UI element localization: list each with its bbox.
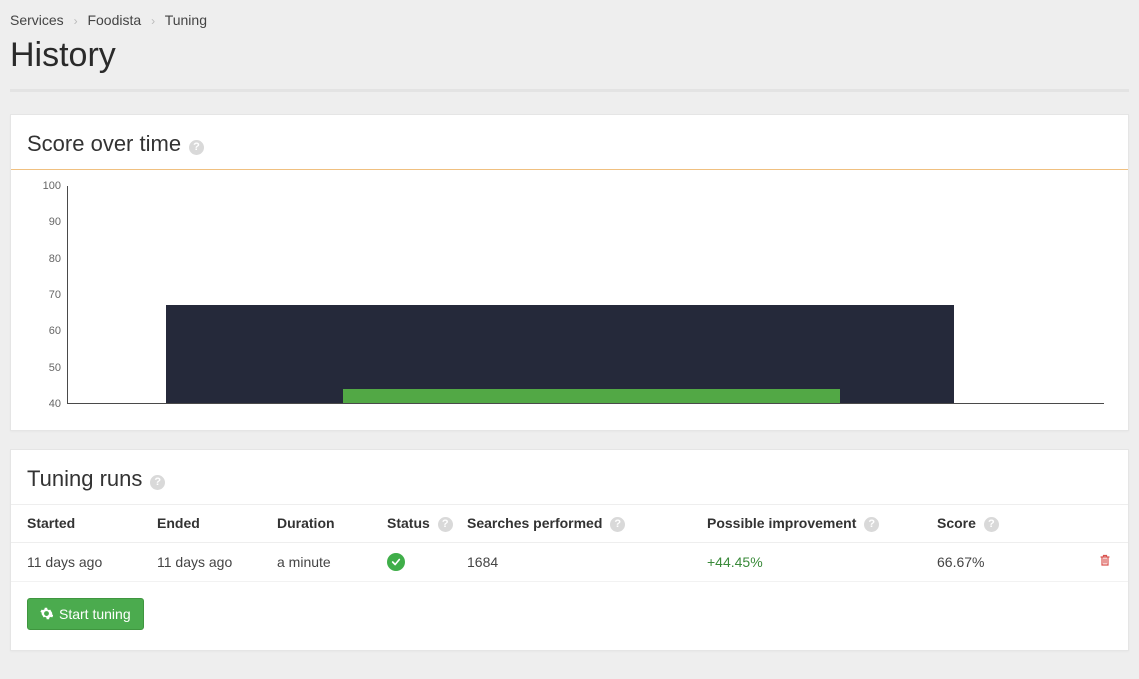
cell-started: 11 days ago xyxy=(27,554,157,570)
cell-ended: 11 days ago xyxy=(157,554,277,570)
col-header-searches: Searches performed xyxy=(467,515,602,531)
cell-improvement: +44.45% xyxy=(707,554,763,570)
col-header-duration: Duration xyxy=(277,515,335,531)
col-header-started: Started xyxy=(27,515,75,531)
breadcrumb: Services › Foodista › Tuning xyxy=(10,10,1129,34)
panel-title-runs: Tuning runs xyxy=(27,466,142,492)
start-tuning-button[interactable]: Start tuning xyxy=(27,598,144,630)
breadcrumb-tuning[interactable]: Tuning xyxy=(165,12,207,28)
cell-status xyxy=(387,553,467,571)
panel-title-score: Score over time xyxy=(27,131,181,157)
help-icon[interactable]: ? xyxy=(984,517,999,532)
panel-score-over-time: Score over time ? 40 50 60 70 80 90 100 xyxy=(10,114,1129,431)
chevron-right-icon: › xyxy=(74,14,78,28)
help-icon[interactable]: ? xyxy=(189,140,204,155)
col-header-improvement: Possible improvement xyxy=(707,515,856,531)
y-tick-label: 100 xyxy=(43,180,61,192)
breadcrumb-foodista[interactable]: Foodista xyxy=(87,12,141,28)
help-icon[interactable]: ? xyxy=(864,517,879,532)
chevron-right-icon: › xyxy=(151,14,155,28)
cell-duration: a minute xyxy=(277,554,387,570)
gear-icon xyxy=(40,607,53,620)
table-header: Started Ended Duration Status ? Searches… xyxy=(11,504,1128,543)
cell-score: 66.67% xyxy=(937,554,1047,570)
score-chart: 40 50 60 70 80 90 100 xyxy=(27,180,1112,410)
panel-tuning-runs: Tuning runs ? Started Ended Duration Sta… xyxy=(10,449,1129,651)
col-header-status: Status xyxy=(387,515,430,531)
start-tuning-label: Start tuning xyxy=(59,606,131,622)
page-title: History xyxy=(10,36,1129,75)
y-tick-label: 50 xyxy=(49,362,61,374)
col-header-ended: Ended xyxy=(157,515,200,531)
chart-bar-baseline xyxy=(343,389,840,403)
cell-searches: 1684 xyxy=(467,554,707,570)
trash-icon[interactable] xyxy=(1098,553,1112,567)
col-header-score: Score xyxy=(937,515,976,531)
title-divider xyxy=(10,89,1129,92)
help-icon[interactable]: ? xyxy=(610,517,625,532)
y-tick-label: 90 xyxy=(49,216,61,228)
y-tick-label: 40 xyxy=(49,398,61,410)
help-icon[interactable]: ? xyxy=(150,475,165,490)
table-row[interactable]: 11 days ago 11 days ago a minute 1684 +4… xyxy=(11,543,1128,582)
y-tick-label: 80 xyxy=(49,253,61,265)
y-tick-label: 70 xyxy=(49,289,61,301)
y-tick-label: 60 xyxy=(49,325,61,337)
breadcrumb-services[interactable]: Services xyxy=(10,12,64,28)
help-icon[interactable]: ? xyxy=(438,517,453,532)
check-circle-icon xyxy=(387,553,405,571)
